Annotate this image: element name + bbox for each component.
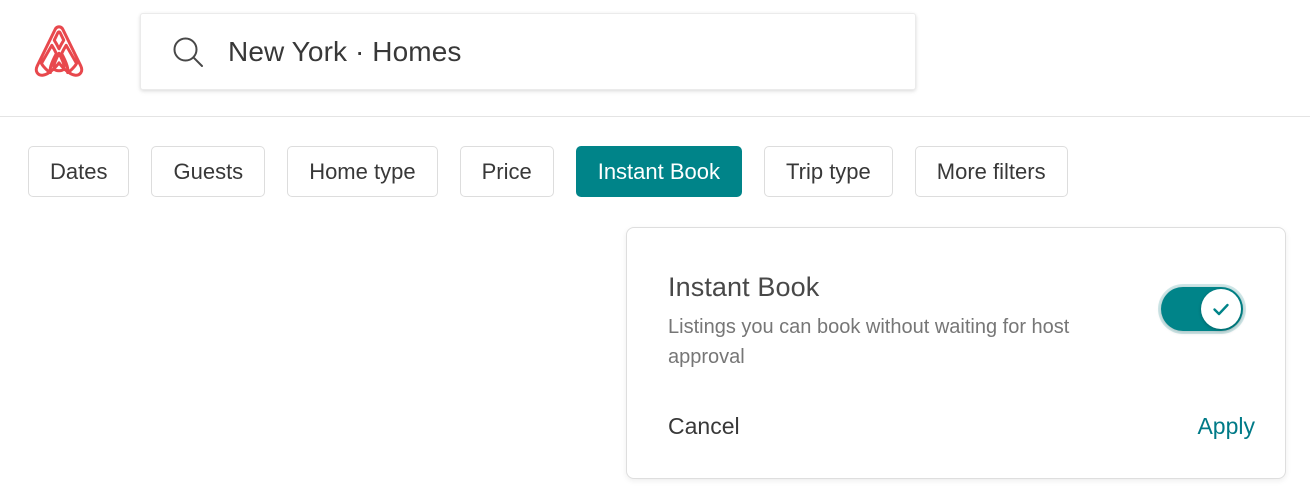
panel-body: Instant Book Listings you can book witho… xyxy=(668,272,1255,372)
airbnb-belo-logo[interactable] xyxy=(28,21,90,83)
site-header: New York · Homes xyxy=(0,0,1310,117)
panel-description: Listings you can book without waiting fo… xyxy=(668,315,1070,369)
panel-text-block: Instant Book Listings you can book witho… xyxy=(668,272,1138,372)
filter-pill-guests[interactable]: Guests xyxy=(151,146,266,197)
filter-pill-home-type[interactable]: Home type xyxy=(287,146,438,197)
search-input-value[interactable]: New York · Homes xyxy=(228,36,461,68)
filter-pill-dates[interactable]: Dates xyxy=(28,146,130,197)
filter-pill-price[interactable]: Price xyxy=(459,146,554,197)
instant-book-toggle[interactable] xyxy=(1161,287,1243,331)
apply-button[interactable]: Apply xyxy=(1197,413,1255,440)
cancel-button[interactable]: Cancel xyxy=(668,413,740,440)
filter-pill-row: Dates Guests Home type Price Instant Boo… xyxy=(28,146,1090,197)
panel-title: Instant Book xyxy=(668,272,820,302)
filter-pill-more-filters[interactable]: More filters xyxy=(914,146,1068,197)
toggle-knob xyxy=(1201,289,1241,329)
search-box[interactable]: New York · Homes xyxy=(140,13,916,90)
panel-footer: Cancel Apply xyxy=(668,413,1255,440)
check-icon xyxy=(1213,303,1229,316)
instant-book-filter-panel: Instant Book Listings you can book witho… xyxy=(626,227,1286,479)
filter-pill-trip-type[interactable]: Trip type xyxy=(764,146,893,197)
search-icon xyxy=(173,37,203,67)
filter-pill-instant-book[interactable]: Instant Book xyxy=(575,146,743,197)
